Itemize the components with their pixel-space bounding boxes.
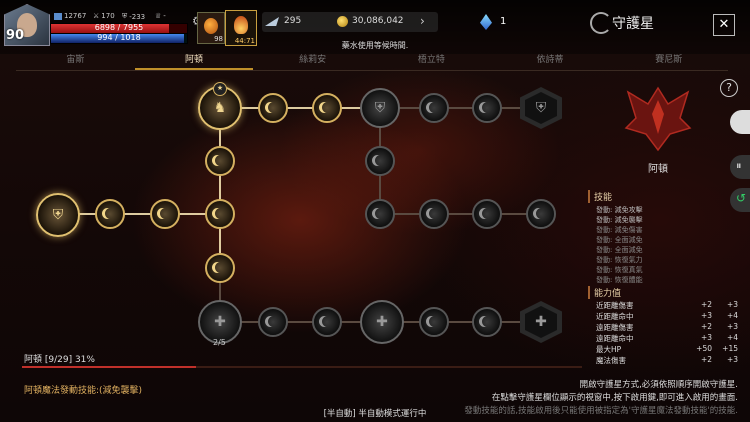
locked-star-node[interactable] [365, 146, 395, 176]
ability-value: +2 [700, 300, 712, 309]
crest-icon: ⛨ [535, 100, 547, 116]
skill-line: 發動: 恢復體能 [596, 276, 643, 284]
ability-value: +3 [700, 311, 712, 320]
ability-value: +50 [696, 344, 712, 353]
cross-shield-icon: ✚ [376, 314, 388, 330]
moon-icon [482, 208, 493, 219]
locked-star-node[interactable] [419, 93, 449, 123]
locked-star-node[interactable] [365, 199, 395, 229]
skill-line: 發動: 恢復氣力 [596, 256, 643, 264]
gate-count: 2/5 [213, 338, 226, 347]
ability-value: +3 [700, 333, 712, 342]
swirl-button[interactable]: ↺ [730, 188, 750, 212]
ability-name: 遠距離傷害 [596, 323, 634, 332]
locked-star-node[interactable] [472, 199, 502, 229]
guardian-crest-icon [624, 86, 692, 152]
helmet-icon: ⛨ [374, 100, 386, 116]
moon-icon [482, 316, 493, 327]
abilities-section-title: 能力值 [588, 286, 621, 299]
ability-value-next: +3 [726, 300, 738, 309]
star-node[interactable] [150, 199, 180, 229]
ability-value-next: +15 [722, 344, 738, 353]
cross-shield-icon: ✚ [214, 314, 226, 330]
locked-star-node[interactable] [472, 307, 502, 337]
moon-icon [375, 155, 386, 166]
ability-row: 遠距離命中 +3 +4 [596, 333, 742, 344]
ability-row: 遠距離傷害 +2 +3 [596, 322, 742, 333]
star-node[interactable] [205, 253, 235, 283]
moon-icon [322, 102, 333, 113]
locked-star-node[interactable] [312, 307, 342, 337]
ability-name: 近距離命中 [596, 312, 634, 321]
guide-line: 開啟守護星方式,必須依照順序開啟守護星. [579, 380, 738, 390]
cross-shield-icon: ✚ [535, 314, 547, 330]
star-node[interactable] [258, 93, 288, 123]
moon-icon [429, 208, 440, 219]
moon-icon [375, 208, 386, 219]
moon-icon [268, 102, 279, 113]
moon-icon [215, 155, 226, 166]
locked-node[interactable]: ⛨ [360, 88, 400, 128]
moon-icon [215, 208, 226, 219]
locked-star-node[interactable] [472, 93, 502, 123]
star-node-active[interactable]: ♞ ★ [198, 82, 242, 130]
help-button[interactable]: ? [720, 79, 738, 97]
side-toggle-button[interactable] [730, 110, 750, 134]
ability-row: 魔法傷害 +2 +3 [596, 355, 742, 366]
auto-mode-status: [半自動] 半自動模式運行中 [323, 409, 427, 419]
star-icon: ★ [213, 82, 227, 96]
skills-section-title: 技能 [588, 190, 612, 203]
tree-progress-label: 阿頓 [9/29] 31% [24, 355, 95, 365]
ability-value-next: +3 [726, 355, 738, 364]
beast-icon: ♞ [213, 100, 227, 116]
ability-value-next: +4 [726, 333, 738, 342]
ability-row: 近距離傷害 +2 +3 [596, 300, 742, 311]
skill-line: 發動: 恢復真氣 [596, 266, 643, 274]
ability-row: 近距離命中 +3 +4 [596, 311, 742, 322]
ability-name: 最大HP [596, 345, 622, 354]
ability-name: 遠距離命中 [596, 334, 634, 343]
skill-line: 發動: 減免襲擊 [596, 216, 643, 224]
moon-icon [215, 262, 226, 273]
moon-icon [105, 208, 116, 219]
star-node[interactable] [205, 146, 235, 176]
moon-icon [268, 316, 279, 327]
moon-icon [429, 316, 440, 327]
guide-line: 在點擊守護星欄位顯示的視窗中,按下啟用鍵,即可進入啟用的畫面. [491, 393, 738, 403]
moon-icon [429, 102, 440, 113]
skill-info: 阿頓魔法發動技能:(減免襲擊) [24, 386, 143, 396]
moon-icon [482, 102, 493, 113]
root-node[interactable]: ⛨ [36, 193, 80, 237]
ability-name: 魔法傷害 [596, 356, 626, 365]
ability-value-next: +3 [726, 322, 738, 331]
locked-star-node[interactable] [526, 199, 556, 229]
locked-star-node[interactable] [258, 307, 288, 337]
swirl-icon: ↺ [736, 191, 747, 205]
guardian-name: 阿頓 [648, 164, 668, 175]
pause-icon: ⏸ [736, 159, 742, 172]
moon-icon [536, 208, 547, 219]
ability-value: +2 [700, 355, 712, 364]
star-node[interactable] [95, 199, 125, 229]
moon-icon [160, 208, 171, 219]
moon-icon [322, 316, 333, 327]
star-node[interactable] [205, 199, 235, 229]
skill-line: 發動: 全面減免 [596, 236, 643, 244]
ability-value: +2 [700, 322, 712, 331]
shield-icon: ⛨ [52, 207, 64, 223]
ability-name: 近距離傷害 [596, 301, 634, 310]
ability-row: 最大HP +50 +15 [596, 344, 742, 355]
skill-line: 發動: 減免攻擊 [596, 206, 643, 214]
pause-button[interactable]: ⏸ [730, 155, 750, 179]
locked-star-node[interactable] [419, 199, 449, 229]
locked-star-node[interactable] [419, 307, 449, 337]
locked-node[interactable]: ✚ [360, 300, 404, 344]
tree-progress-fill [22, 366, 196, 368]
ability-value-next: +4 [726, 311, 738, 320]
tree-progress-bar [22, 366, 582, 368]
star-node[interactable] [312, 93, 342, 123]
skill-line: 發動: 全面減免 [596, 246, 643, 254]
skill-line: 發動: 減免傷害 [596, 226, 643, 234]
